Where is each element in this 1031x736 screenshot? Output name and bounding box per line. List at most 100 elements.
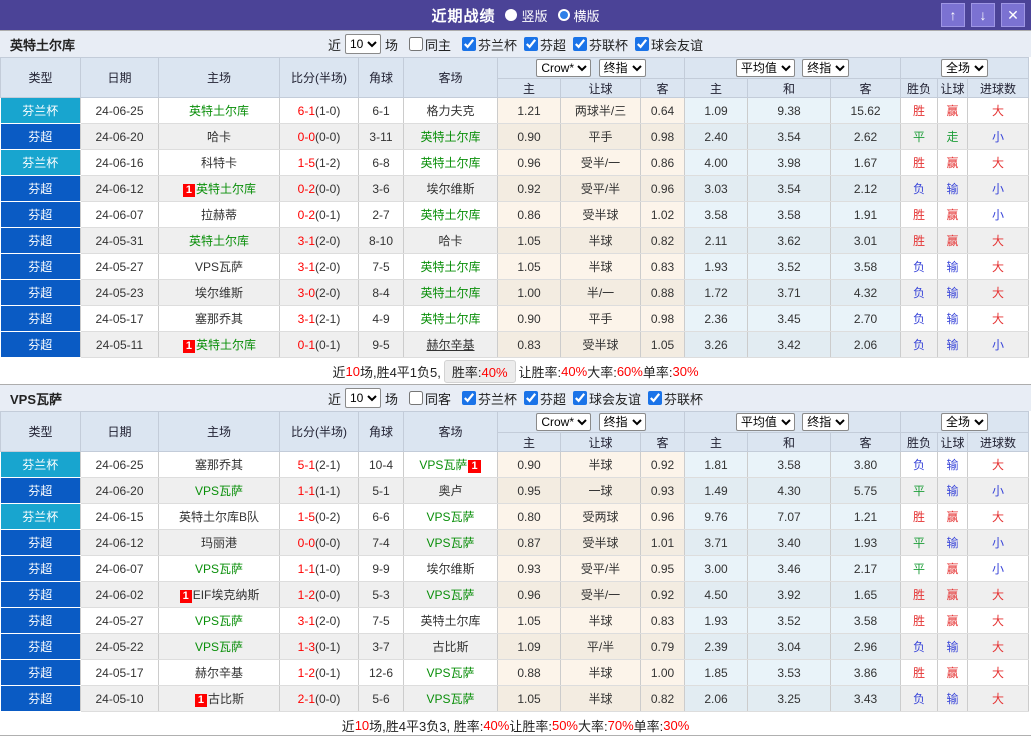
- scope-select[interactable]: 全场: [941, 59, 989, 77]
- radio-horizontal-icon[interactable]: [557, 9, 570, 21]
- odds-time-select[interactable]: 终指: [598, 59, 646, 77]
- avg-home-cell: 3.26: [684, 331, 749, 358]
- league-checkbox[interactable]: [573, 391, 588, 405]
- col-odds-away: 客: [639, 432, 686, 452]
- summary-text: 70%: [607, 717, 634, 733]
- league-checkbox-wrap[interactable]: 芬兰杯: [455, 35, 517, 54]
- same-venue-checkbox-wrap[interactable]: 同客: [402, 389, 451, 408]
- avg-source-select[interactable]: 平均值: [735, 59, 795, 77]
- league-checkbox[interactable]: [461, 391, 476, 405]
- league-checkbox[interactable]: [524, 391, 538, 405]
- odds-time-select[interactable]: 终指: [598, 413, 646, 431]
- match-date-cell: 24-06-02: [80, 581, 159, 608]
- match-row: 芬兰杯 24-06-15 英特土尔库B队 1-5(0-2) 6-6 VPS瓦萨 0.80 受两…: [0, 503, 1030, 530]
- away-odds-cell: 0.83: [640, 253, 686, 280]
- same-venue-checkbox[interactable]: [408, 37, 423, 51]
- match-row: 芬超 24-05-11 1 英特土尔库 0-1(0-1) 9-5 赫尔辛基 0.83 受半球 1.…: [0, 331, 1030, 358]
- league-checkbox[interactable]: [648, 391, 663, 405]
- handicap-cell: 半球: [560, 685, 641, 712]
- team-name-text: 英特土尔库: [420, 614, 481, 628]
- league-checkbox-wrap[interactable]: 球会友谊: [628, 35, 703, 54]
- scope-select[interactable]: 全场: [941, 413, 989, 431]
- home-odds-cell: 0.80: [497, 503, 561, 530]
- close-icon[interactable]: ✕: [1001, 3, 1025, 27]
- league-checkbox[interactable]: [573, 37, 588, 51]
- team-name-text[interactable]: 赫尔辛基: [426, 338, 474, 352]
- league-checkbox-wrap[interactable]: 球会友谊: [566, 389, 641, 408]
- home-team-cell: VPS瓦萨: [158, 607, 280, 634]
- league-checkbox[interactable]: [635, 37, 650, 51]
- away-odds-cell: 0.95: [640, 555, 686, 582]
- league-checkbox-label: 芬联杯: [589, 37, 629, 53]
- avg-home-cell: 4.00: [684, 149, 749, 176]
- home-odds-cell: 0.87: [497, 529, 561, 556]
- avg-time-select[interactable]: 终指: [802, 59, 850, 77]
- avg-draw-cell: 3.58: [747, 451, 832, 478]
- layout-radio-horizontal[interactable]: 横版: [557, 6, 600, 25]
- avg-away-cell: 5.75: [830, 477, 902, 504]
- match-date-cell: 24-06-25: [80, 451, 159, 478]
- match-row: 芬兰杯 24-06-16 科特卡 1-5(1-2) 6-8 英特土尔库 0.96 受半/一 0.…: [0, 149, 1030, 176]
- halftime-score: (2-0): [315, 259, 341, 274]
- games-count-select[interactable]: 10: [344, 34, 381, 54]
- match-date-cell: 24-05-17: [80, 659, 159, 686]
- home-team-cell: 拉赫蒂: [158, 201, 280, 228]
- halftime-score: (0-0): [315, 587, 341, 602]
- league-checkbox-wrap[interactable]: 芬兰杯: [455, 389, 517, 408]
- team1-results-table: 类型 日期 主场 比分(半场) 角球 客场 Crow* 终指 平均值 终指 全场: [0, 57, 1030, 358]
- league-checkbox-label: 芬超: [540, 391, 567, 407]
- col-goals: 进球数: [967, 432, 1030, 452]
- handicap-result-cell: 输: [937, 279, 969, 306]
- games-count-select[interactable]: 10: [344, 388, 381, 408]
- league-checkbox[interactable]: [461, 37, 476, 51]
- wdl-result-cell: 胜: [900, 503, 939, 530]
- avg-source-select[interactable]: 平均值: [735, 413, 795, 431]
- match-row: 芬超 24-06-12 玛丽港 0-0(0-0) 7-4 VPS瓦萨 0.87 受半球 1.01…: [0, 529, 1030, 556]
- match-type-cell: 芬超: [0, 201, 81, 228]
- match-row: 芬超 24-06-20 哈卡 0-0(0-0) 3-11 英特土尔库 0.90 平手 0.98 2…: [0, 123, 1030, 150]
- avg-home-cell: 1.72: [684, 279, 749, 306]
- avg-away-cell: 2.96: [830, 633, 902, 660]
- league-checkbox-wrap[interactable]: 芬联杯: [566, 35, 628, 54]
- avg-away-cell: 2.06: [830, 331, 902, 358]
- team-name-text: VPS瓦萨: [419, 458, 468, 472]
- avg-time-select[interactable]: 终指: [802, 413, 850, 431]
- team2-summary: 近 10 场,胜4平3负3, 胜率: 40% 让胜率: 50% 大率: 70% 单率: 30…: [0, 712, 1031, 735]
- handicap-cell: 受平/半: [560, 175, 641, 202]
- match-score-cell: 1-5(0-2): [279, 503, 359, 530]
- team-name-text: 科特卡: [200, 156, 237, 170]
- layout-radio-vertical[interactable]: 竖版: [505, 6, 548, 25]
- col-avg-away: 客: [830, 78, 902, 98]
- odds-source-select[interactable]: Crow*: [536, 413, 592, 431]
- halftime-score: (1-2): [315, 155, 341, 170]
- col-type: 类型: [0, 57, 81, 98]
- league-checkbox-wrap[interactable]: 芬超: [517, 389, 566, 408]
- same-venue-checkbox-wrap[interactable]: 同主: [402, 35, 451, 54]
- league-checkbox-wrap[interactable]: 芬联杯: [641, 389, 703, 408]
- scroll-up-button[interactable]: ↑: [941, 3, 965, 27]
- titlebar-center: 近期战绩 竖版 横版: [0, 5, 1031, 26]
- team-name-text: 奥卢: [438, 484, 463, 498]
- goals-result-cell: 大: [967, 97, 1030, 124]
- halftime-score: (0-2): [315, 509, 341, 524]
- corner-score-cell: 4-9: [358, 305, 404, 332]
- radio-vertical-icon[interactable]: [505, 9, 518, 21]
- scroll-down-button[interactable]: ↓: [971, 3, 995, 27]
- away-team-cell: 英特土尔库: [403, 201, 498, 228]
- match-score-cell: 3-1(2-1): [279, 305, 359, 332]
- odds-source-select[interactable]: Crow*: [536, 59, 592, 77]
- same-venue-checkbox[interactable]: [408, 391, 423, 405]
- league-checkbox[interactable]: [524, 37, 538, 51]
- avg-home-cell: 3.03: [684, 175, 749, 202]
- avg-home-cell: 3.00: [684, 555, 749, 582]
- avg-home-cell: 1.93: [684, 253, 749, 280]
- home-team-cell: 1 英特土尔库: [158, 331, 280, 358]
- summary-text: 单率:: [633, 718, 664, 734]
- avg-home-cell: 3.58: [684, 201, 749, 228]
- handicap-result-cell: 输: [937, 685, 969, 712]
- col-away: 客场: [403, 57, 498, 98]
- wdl-result-cell: 负: [900, 279, 939, 306]
- team-name-text: VPS瓦萨: [194, 484, 243, 498]
- league-checkbox-wrap[interactable]: 芬超: [517, 35, 566, 54]
- halftime-score: (2-0): [315, 233, 341, 248]
